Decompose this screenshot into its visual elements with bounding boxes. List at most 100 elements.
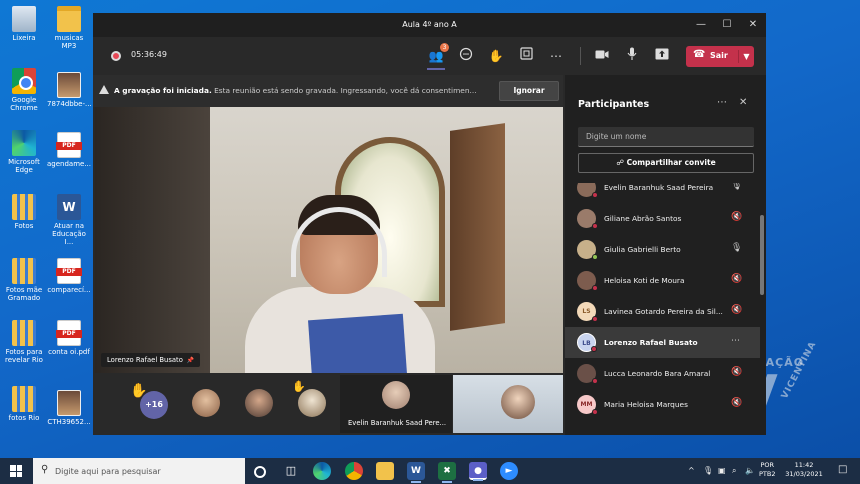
- participant-row[interactable]: MM Maria Heloisa Marques 🔇: [565, 389, 760, 420]
- more-actions-button[interactable]: ⋯: [547, 47, 565, 65]
- participant-row[interactable]: LS Lavinea Gotardo Pereira da Sil... 🔇: [565, 296, 760, 327]
- pdf-icon: PDF: [56, 258, 82, 284]
- cortana-icon[interactable]: [254, 466, 266, 478]
- participant-row[interactable]: Giulia Gabrielli Berto 🎙: [565, 234, 760, 265]
- mic-muted-icon: 🔇: [731, 274, 743, 284]
- participant-search-input[interactable]: [578, 127, 754, 147]
- avatar-initials: MM: [580, 401, 593, 408]
- video-door: [450, 123, 505, 331]
- chevron-up-icon[interactable]: ^: [688, 466, 695, 475]
- desktop-icon-musicas[interactable]: musicas MP3: [47, 6, 91, 50]
- participant-avatar: MM: [577, 395, 598, 415]
- pdf-icon: PDF: [56, 132, 82, 158]
- taskbar-search-input[interactable]: [55, 463, 235, 479]
- desktop-icon-fotos-rio[interactable]: fotos Rio: [2, 386, 46, 422]
- desktop-icon-fotos-mae[interactable]: Fotos mãe Gramado: [2, 258, 46, 302]
- camera-button[interactable]: [593, 47, 611, 65]
- minimize-icon[interactable]: —: [688, 13, 714, 37]
- network-icon[interactable]: ▣: [718, 466, 726, 475]
- volume-icon[interactable]: 🔈: [745, 466, 755, 475]
- desktop-icon-conta-oi[interactable]: PDF conta oi.pdf: [47, 320, 91, 356]
- desktop-icon-agendamento[interactable]: PDF agendame...: [47, 132, 91, 168]
- taskbar-clock[interactable]: 11:42 31/03/2021: [780, 461, 828, 479]
- participant-name: Giliane Abrão Santos: [604, 214, 682, 223]
- mic-muted-icon: 🔇: [731, 367, 743, 377]
- chevron-down-icon[interactable]: ▼: [738, 50, 754, 63]
- close-panel-icon[interactable]: ✕: [739, 97, 747, 108]
- leave-button[interactable]: ☎ Sair ▼: [686, 46, 754, 67]
- share-invite-button[interactable]: ☍ Compartilhar convite: [578, 153, 754, 173]
- rooms-button[interactable]: [517, 47, 535, 65]
- participant-tile-name: Evelin Baranhuk Saad Pere...: [348, 419, 447, 427]
- desktop-icon-fotos-revelar[interactable]: Fotos para revelar Rio: [2, 320, 46, 364]
- image-file-icon: [57, 72, 81, 98]
- word-taskbar-icon[interactable]: W: [407, 462, 425, 483]
- participant-name: Giulia Gabrielli Berto: [604, 245, 681, 254]
- more-options-icon[interactable]: ⋯: [717, 97, 727, 108]
- desktop-icon-chrome[interactable]: Google Chrome: [2, 68, 46, 112]
- wifi-icon[interactable]: ⌕: [732, 466, 736, 476]
- taskbar-search[interactable]: ⚲: [33, 458, 245, 484]
- zoom-icon[interactable]: ►: [500, 462, 518, 480]
- reactions-button[interactable]: ✋: [487, 47, 505, 65]
- participant-avatar[interactable]: [245, 389, 273, 417]
- participant-row[interactable]: Heloisa Koti de Moura 🔇: [565, 265, 760, 296]
- desktop-icon-word-doc[interactable]: W Atuar na Educação I...: [47, 194, 91, 246]
- main-video[interactable]: Lorenzo Rafael Busato 📌: [95, 107, 563, 373]
- task-view-icon[interactable]: ◫: [282, 462, 300, 480]
- file-explorer-icon[interactable]: [376, 462, 394, 480]
- maximize-icon[interactable]: ☐: [714, 13, 740, 37]
- chrome-icon[interactable]: [345, 462, 363, 480]
- share-screen-button[interactable]: [653, 47, 671, 65]
- participant-video-person: [501, 385, 535, 419]
- notifications-icon[interactable]: □: [838, 464, 847, 475]
- edge-icon[interactable]: [313, 462, 331, 480]
- desktop-icon-recycle-bin[interactable]: Lixeira: [2, 6, 46, 42]
- desktop-icon-label: Fotos: [14, 222, 34, 230]
- desktop-icon-label: Atuar na Educação I...: [52, 222, 86, 246]
- participant-avatar: [577, 271, 598, 291]
- mic-muted-icon: 🔇: [731, 398, 743, 408]
- microphone-button[interactable]: [623, 47, 641, 65]
- close-window-icon[interactable]: ✕: [740, 13, 766, 37]
- presence-status-icon: [592, 285, 598, 291]
- desktop-icon-photo-file[interactable]: 7874dbbe-...: [47, 72, 92, 108]
- participant-video-tile[interactable]: [453, 375, 563, 433]
- pin-icon[interactable]: 📌: [187, 357, 194, 364]
- participant-row[interactable]: Evelin Baranhuk Saad Pereira 🎙: [565, 183, 760, 203]
- chrome-icon: [12, 68, 36, 94]
- keyboard-layout: PTB2: [759, 470, 776, 478]
- input-language[interactable]: POR PTB2: [759, 461, 776, 479]
- scrollbar-thumb[interactable]: [760, 215, 764, 295]
- microphone-tray-icon[interactable]: 🎙: [703, 466, 713, 475]
- recycle-bin-icon: [12, 6, 36, 32]
- participant-name: Lavinea Gotardo Pereira da Sil...: [604, 307, 723, 316]
- microphone-icon: 🎙: [731, 183, 743, 191]
- desktop-icon-comparecimento[interactable]: PDF comparecí...: [47, 258, 91, 294]
- more-participants-button[interactable]: +16: [140, 391, 168, 419]
- windows-start-icon[interactable]: [10, 465, 22, 477]
- participants-button[interactable]: 👥 3: [427, 43, 449, 70]
- participant-tile[interactable]: Evelin Baranhuk Saad Pere...: [340, 375, 452, 433]
- desktop-icon-label: comparecí...: [47, 286, 91, 294]
- camera-icon: [595, 50, 609, 59]
- desktop-icon-fotos[interactable]: Fotos: [2, 194, 46, 230]
- desktop-icon-label: agendame...: [47, 160, 92, 168]
- participant-row[interactable]: Giliane Abrão Santos 🔇: [565, 203, 760, 234]
- microphone-icon: 🎙: [731, 243, 743, 253]
- participant-name: Maria Heloisa Marques: [604, 400, 688, 409]
- participant-avatar[interactable]: [192, 389, 220, 417]
- dismiss-button[interactable]: Ignorar: [499, 81, 559, 101]
- participant-row[interactable]: Lucca Leonardo Bara Amaral 🔇: [565, 358, 760, 389]
- teams-icon[interactable]: ●: [469, 462, 487, 481]
- desktop-icon-cth-file[interactable]: CTH39652...: [47, 390, 91, 426]
- chat-button[interactable]: [457, 47, 475, 65]
- participant-avatar[interactable]: [298, 389, 326, 417]
- banner-message: Esta reunião está sendo gravada. Ingress…: [214, 86, 477, 95]
- more-options-icon[interactable]: ⋯: [731, 336, 740, 346]
- participant-row-selected[interactable]: LB Lorenzo Rafael Busato ⋯: [565, 327, 760, 358]
- toolbar-separator: [580, 47, 581, 65]
- desktop-icon-edge[interactable]: Microsoft Edge: [2, 130, 46, 174]
- excel-icon[interactable]: ✖: [438, 462, 456, 483]
- mic-muted-icon: 🔇: [731, 212, 743, 222]
